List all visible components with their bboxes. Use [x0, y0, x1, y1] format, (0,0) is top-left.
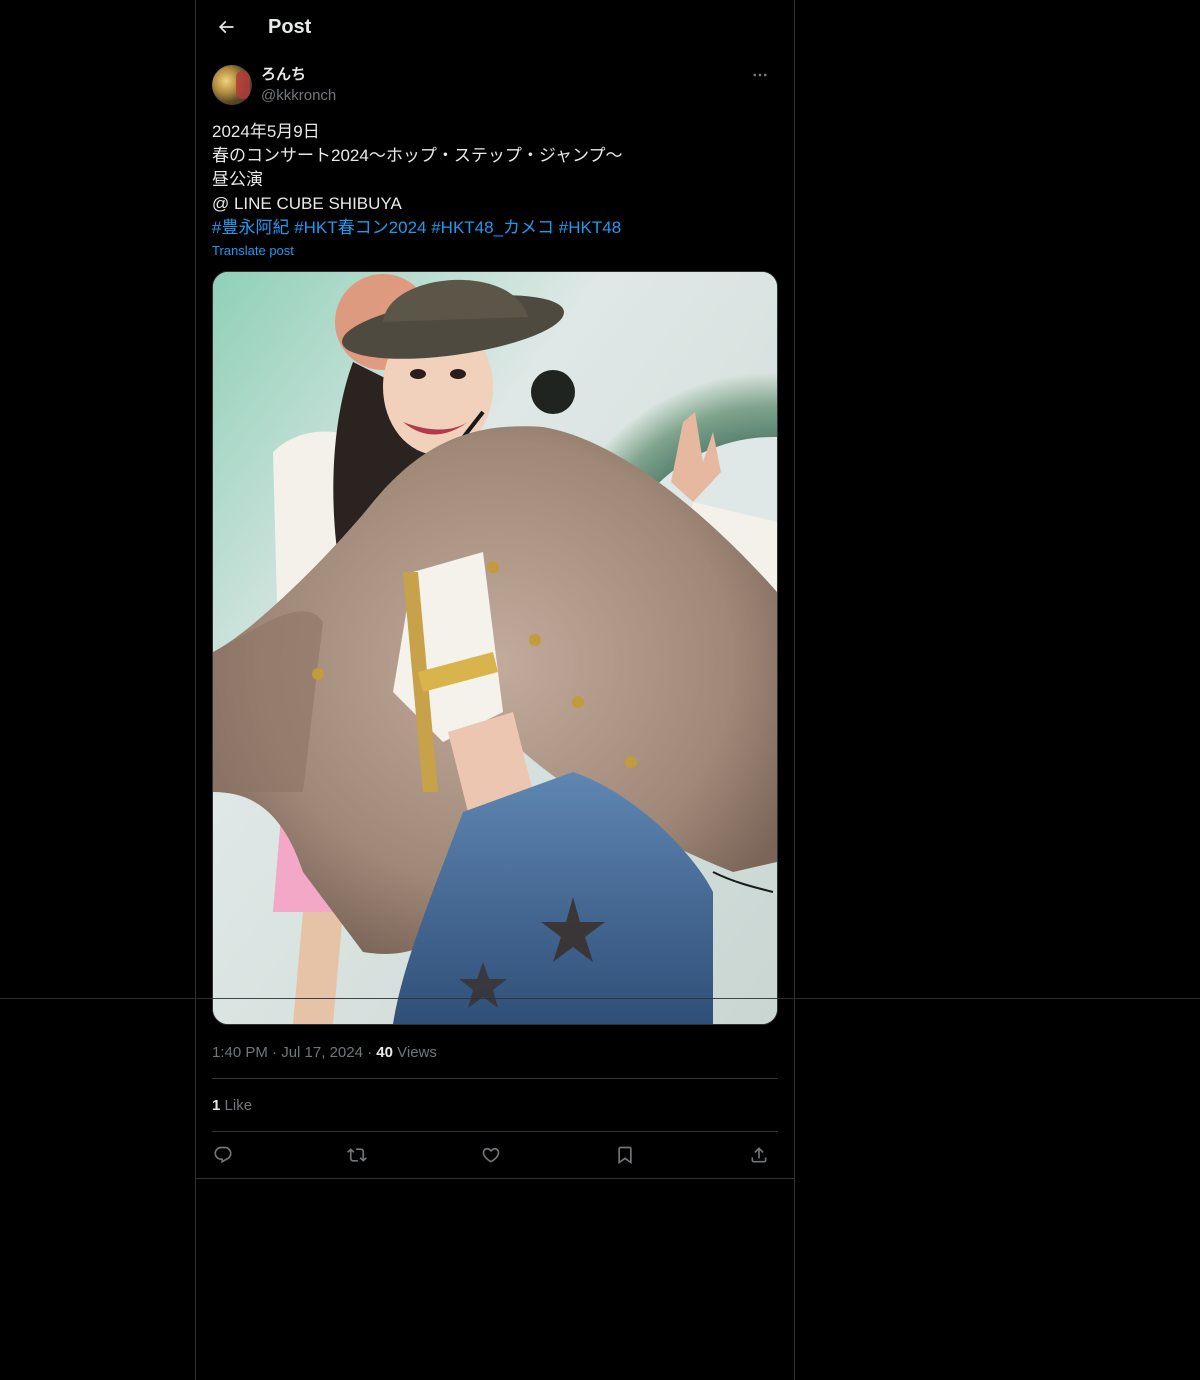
heart-icon: [482, 1147, 500, 1163]
hashtag-link[interactable]: #HKT48: [559, 218, 621, 237]
post-meta: 1:40 PM · Jul 17, 2024 · 40 Views: [212, 1044, 437, 1061]
post-date[interactable]: Jul 17, 2024: [281, 1044, 363, 1061]
hashtag-link[interactable]: #HKT春コン2024: [294, 218, 426, 237]
bookmark-button[interactable]: [606, 1136, 644, 1174]
likes-label: Like: [224, 1097, 253, 1114]
likes-summary[interactable]: 1 Like: [212, 1096, 252, 1116]
more-options-button[interactable]: [746, 63, 774, 87]
post-text: 2024年5月9日 春のコンサート2024〜ホップ・ステップ・ジャンプ〜 昼公演…: [212, 120, 778, 240]
post-text-line: @ LINE CUBE SHIBUYA: [212, 194, 402, 213]
views-count: 40: [376, 1044, 393, 1061]
hashtag-link[interactable]: #HKT48_カメコ: [431, 218, 554, 237]
divider: [0, 998, 1200, 999]
action-bar: [212, 1136, 778, 1174]
repost-icon: [347, 1148, 367, 1162]
translate-post-link[interactable]: Translate post: [212, 243, 294, 259]
share-icon: [751, 1147, 767, 1163]
more-horizontal-icon: [753, 73, 767, 77]
author-handle[interactable]: @kkkronch: [261, 87, 336, 105]
share-button[interactable]: [740, 1136, 778, 1174]
back-button[interactable]: [208, 9, 244, 45]
page-title: Post: [268, 16, 312, 38]
repost-button[interactable]: [338, 1136, 376, 1174]
like-button[interactable]: [472, 1136, 510, 1174]
hashtag-link[interactable]: #豊永阿紀: [212, 218, 289, 237]
views-label: Views: [397, 1044, 437, 1061]
author-display-name[interactable]: ろんち: [261, 66, 306, 84]
reply-icon: [214, 1146, 232, 1164]
post-author: ろんち @kkkronch: [212, 65, 778, 105]
divider: [212, 1078, 778, 1079]
post-text-line: 2024年5月9日: [212, 122, 320, 141]
photo-illustration: [213, 272, 777, 1024]
post-text-line: 昼公演: [212, 170, 263, 189]
avatar[interactable]: [212, 65, 252, 105]
hashtag-line: #豊永阿紀 #HKT春コン2024 #HKT48_カメコ #HKT48: [212, 216, 778, 240]
likes-count: 1: [212, 1097, 221, 1114]
divider: [212, 1131, 778, 1132]
post-time[interactable]: 1:40 PM: [212, 1044, 268, 1061]
primary-column: Post ろんち @kkkronch 2024年5月9日 春のコンサート2024…: [195, 0, 795, 1380]
bookmark-icon: [618, 1146, 632, 1165]
avatar-accent: [236, 71, 250, 99]
post-photo[interactable]: [212, 271, 778, 1025]
reply-button[interactable]: [204, 1136, 242, 1174]
top-header: Post: [196, 0, 794, 54]
post-bottom-border: [196, 1178, 794, 1179]
arrow-left-icon: [218, 20, 234, 34]
post-text-line: 春のコンサート2024〜ホップ・ステップ・ジャンプ〜: [212, 146, 623, 165]
